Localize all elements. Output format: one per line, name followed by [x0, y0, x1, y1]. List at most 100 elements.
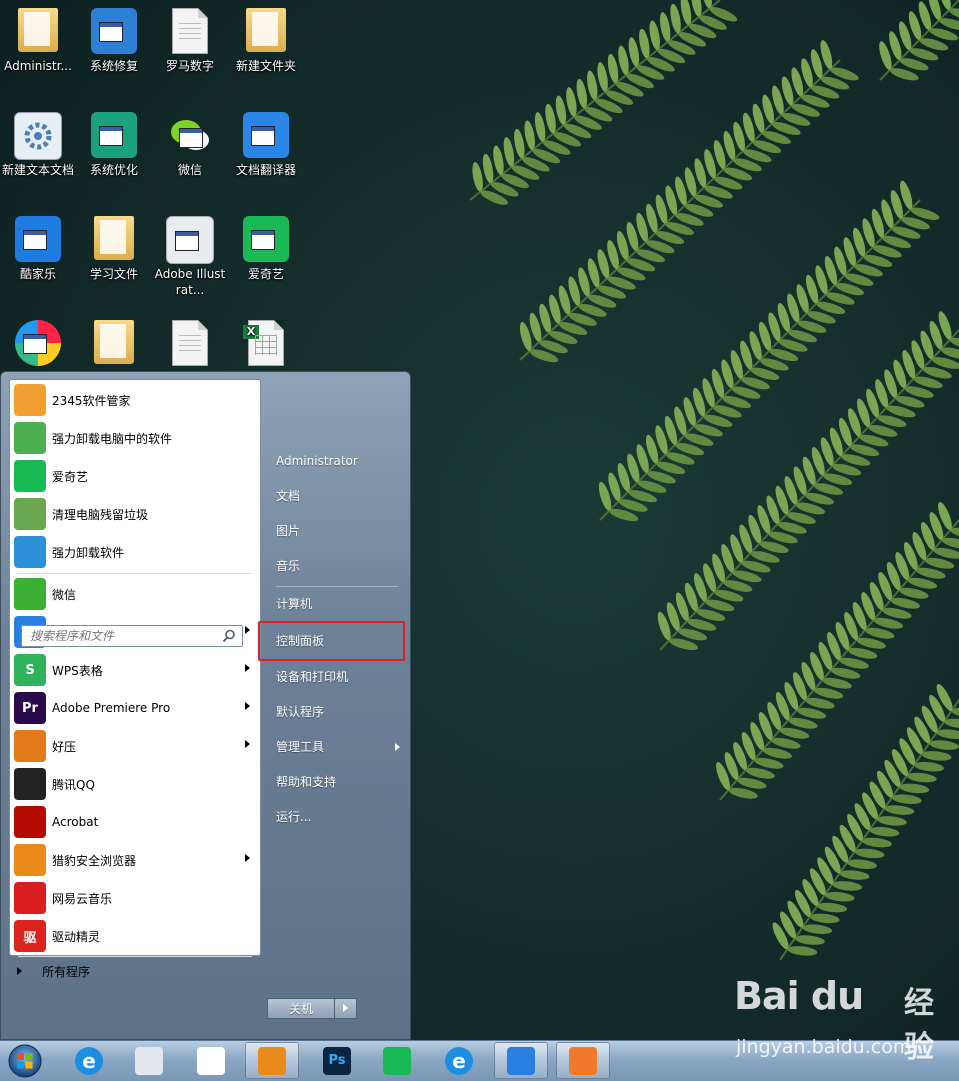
- desktop-icon-label: 文档翻译器: [235, 163, 296, 177]
- desktop-icon-system-repair[interactable]: 系统修复: [76, 4, 152, 100]
- desktop-icon-partial[interactable]: [76, 316, 152, 370]
- program-label: 猎豹安全浏览器: [52, 853, 137, 868]
- start-menu-program-item[interactable]: 微信: [12, 576, 258, 612]
- taskbar-button[interactable]: [184, 1042, 238, 1079]
- submenu-arrow-icon: [245, 626, 250, 634]
- start-menu-program-item[interactable]: 爱奇艺: [12, 458, 258, 494]
- start-menu-program-item[interactable]: Pr Adobe Premiere Pro: [12, 690, 258, 726]
- desktop-icon-partial[interactable]: X: [228, 316, 304, 370]
- program-label: 强力卸载软件: [52, 545, 125, 560]
- start-menu-program-item[interactable]: 驱驱动精灵: [12, 918, 258, 954]
- start-menu-place-item[interactable]: 图片: [262, 514, 402, 548]
- desktop-icon-kujiale[interactable]: 酷家乐: [0, 212, 76, 308]
- taskbar-button[interactable]: e: [62, 1042, 116, 1079]
- wps-sheet-icon: S: [14, 654, 46, 686]
- start-menu-place-item[interactable]: 设备和打印机: [262, 660, 402, 694]
- desktop-icon-new-folder[interactable]: 新建文件夹: [228, 4, 304, 100]
- baidu-netdisk-icon: [197, 1046, 225, 1075]
- start-menu-program-item[interactable]: 清理电脑残留垃圾: [12, 496, 258, 532]
- liebao-browser-icon: [258, 1046, 286, 1075]
- iqiyi-icon: [14, 460, 46, 492]
- desktop-icon-partial[interactable]: [152, 316, 228, 370]
- taskbar-button[interactable]: [245, 1042, 299, 1079]
- start-menu-program-item[interactable]: 网易云音乐: [12, 880, 258, 916]
- iqiyi-icon: [243, 216, 289, 262]
- program-label: 2345软件管家: [52, 393, 131, 408]
- desktop-icon-study-files[interactable]: 学习文件: [76, 212, 152, 308]
- wechat-icon: [167, 112, 213, 158]
- start-menu-program-item[interactable]: 2345软件管家: [12, 382, 258, 418]
- start-menu-place-item[interactable]: 音乐: [262, 549, 402, 583]
- desktop-icon-iqiyi[interactable]: 爱奇艺: [228, 212, 304, 308]
- taskbar-button[interactable]: [494, 1042, 548, 1079]
- watermark-logo: Bai du: [734, 974, 864, 1018]
- start-menu-place-item[interactable]: 帮助和支持: [262, 765, 402, 799]
- start-menu-place-item[interactable]: 计算机: [262, 587, 402, 621]
- premiere-icon: Pr: [14, 692, 46, 724]
- liebao-browser-icon: [14, 844, 46, 876]
- qq-icon: [14, 768, 46, 800]
- taskbar-button[interactable]: [370, 1042, 424, 1079]
- start-button[interactable]: [6, 1043, 44, 1079]
- taskbar-button[interactable]: e: [432, 1042, 486, 1079]
- search-icon[interactable]: [222, 629, 236, 643]
- taskbar-button[interactable]: [122, 1042, 176, 1079]
- program-label: 腾讯QQ: [52, 777, 95, 792]
- settings-doc-icon: [14, 112, 62, 160]
- submenu-arrow-icon: [245, 854, 250, 862]
- place-label: 管理工具: [276, 740, 325, 754]
- place-label: 音乐: [276, 559, 301, 573]
- program-label: 好压: [52, 739, 77, 754]
- start-menu-program-item[interactable]: 好压: [12, 728, 258, 764]
- desktop-icon-label: Administr...: [4, 59, 72, 73]
- program-label: 爱奇艺: [52, 469, 89, 484]
- folder-icon: [94, 216, 134, 260]
- submenu-arrow-icon: [245, 740, 250, 748]
- desktop-icon-label: Adobe Illustrat...: [154, 267, 226, 297]
- all-programs-button[interactable]: 所有程序: [7, 957, 247, 985]
- desktop-icon-label: 爱奇艺: [247, 267, 284, 281]
- start-menu-place-item[interactable]: Administrator: [262, 444, 402, 478]
- driver-genius-icon: 驱: [14, 920, 46, 952]
- all-programs-label: 所有程序: [42, 964, 91, 979]
- shutdown-options-button[interactable]: [335, 998, 357, 1019]
- kujiale-icon: [15, 216, 61, 262]
- programs-separator: [18, 573, 252, 574]
- start-menu-place-item[interactable]: 运行...: [262, 800, 402, 834]
- start-menu-program-item[interactable]: S WPS表格: [12, 652, 258, 688]
- desktop-icon-administrator[interactable]: Administr...: [0, 4, 76, 100]
- desktop-icon-label: 罗马数字: [165, 59, 214, 73]
- internet-explorer-icon: e: [445, 1046, 473, 1075]
- taskbar-button[interactable]: [556, 1042, 610, 1079]
- wps-presentation-icon: [569, 1046, 597, 1075]
- taskbar-button[interactable]: Ps: [310, 1042, 364, 1079]
- iqiyi-icon: [383, 1046, 411, 1075]
- desktop-icon-system-optimize[interactable]: 系统优化: [76, 108, 152, 204]
- submenu-arrow-icon: [245, 702, 250, 710]
- desktop-icon-partial[interactable]: [0, 316, 76, 370]
- shutdown-button[interactable]: 关机: [267, 998, 335, 1019]
- desktop-icon-wechat[interactable]: 微信: [152, 108, 228, 204]
- start-menu-program-item[interactable]: 腾讯QQ: [12, 766, 258, 802]
- desktop-icon-label: 系统修复: [89, 59, 138, 73]
- start-menu-program-item[interactable]: 强力卸载电脑中的软件: [12, 420, 258, 456]
- start-search-input[interactable]: [21, 625, 243, 647]
- desktop-icon-adobe-illustrator[interactable]: Adobe Illustrat...: [152, 212, 228, 308]
- start-menu-program-item[interactable]: 强力卸载软件: [12, 534, 258, 570]
- start-menu-place-item[interactable]: 文档: [262, 479, 402, 513]
- desktop-icon-translator[interactable]: 文档翻译器: [228, 108, 304, 204]
- start-menu-place-item[interactable]: 管理工具: [262, 730, 402, 764]
- start-menu-place-item[interactable]: 默认程序: [262, 695, 402, 729]
- place-label: 帮助和支持: [276, 775, 337, 789]
- folder-icon: [94, 320, 134, 364]
- desktop-icon-new-text-document[interactable]: 新建文本文档: [0, 108, 76, 204]
- desktop-icon-label: 酷家乐: [19, 267, 56, 281]
- start-menu-program-item[interactable]: 猎豹安全浏览器: [12, 842, 258, 878]
- desktop-icon-roman-numerals[interactable]: 罗马数字: [152, 4, 228, 100]
- place-label: 图片: [276, 524, 301, 538]
- excel-file-icon: X: [243, 320, 284, 366]
- program-label: 清理电脑残留垃圾: [52, 507, 149, 522]
- control-panel-highlight: [258, 621, 405, 661]
- adobe-illustrator-icon: [166, 216, 214, 264]
- start-menu-program-item[interactable]: Acrobat: [12, 804, 258, 840]
